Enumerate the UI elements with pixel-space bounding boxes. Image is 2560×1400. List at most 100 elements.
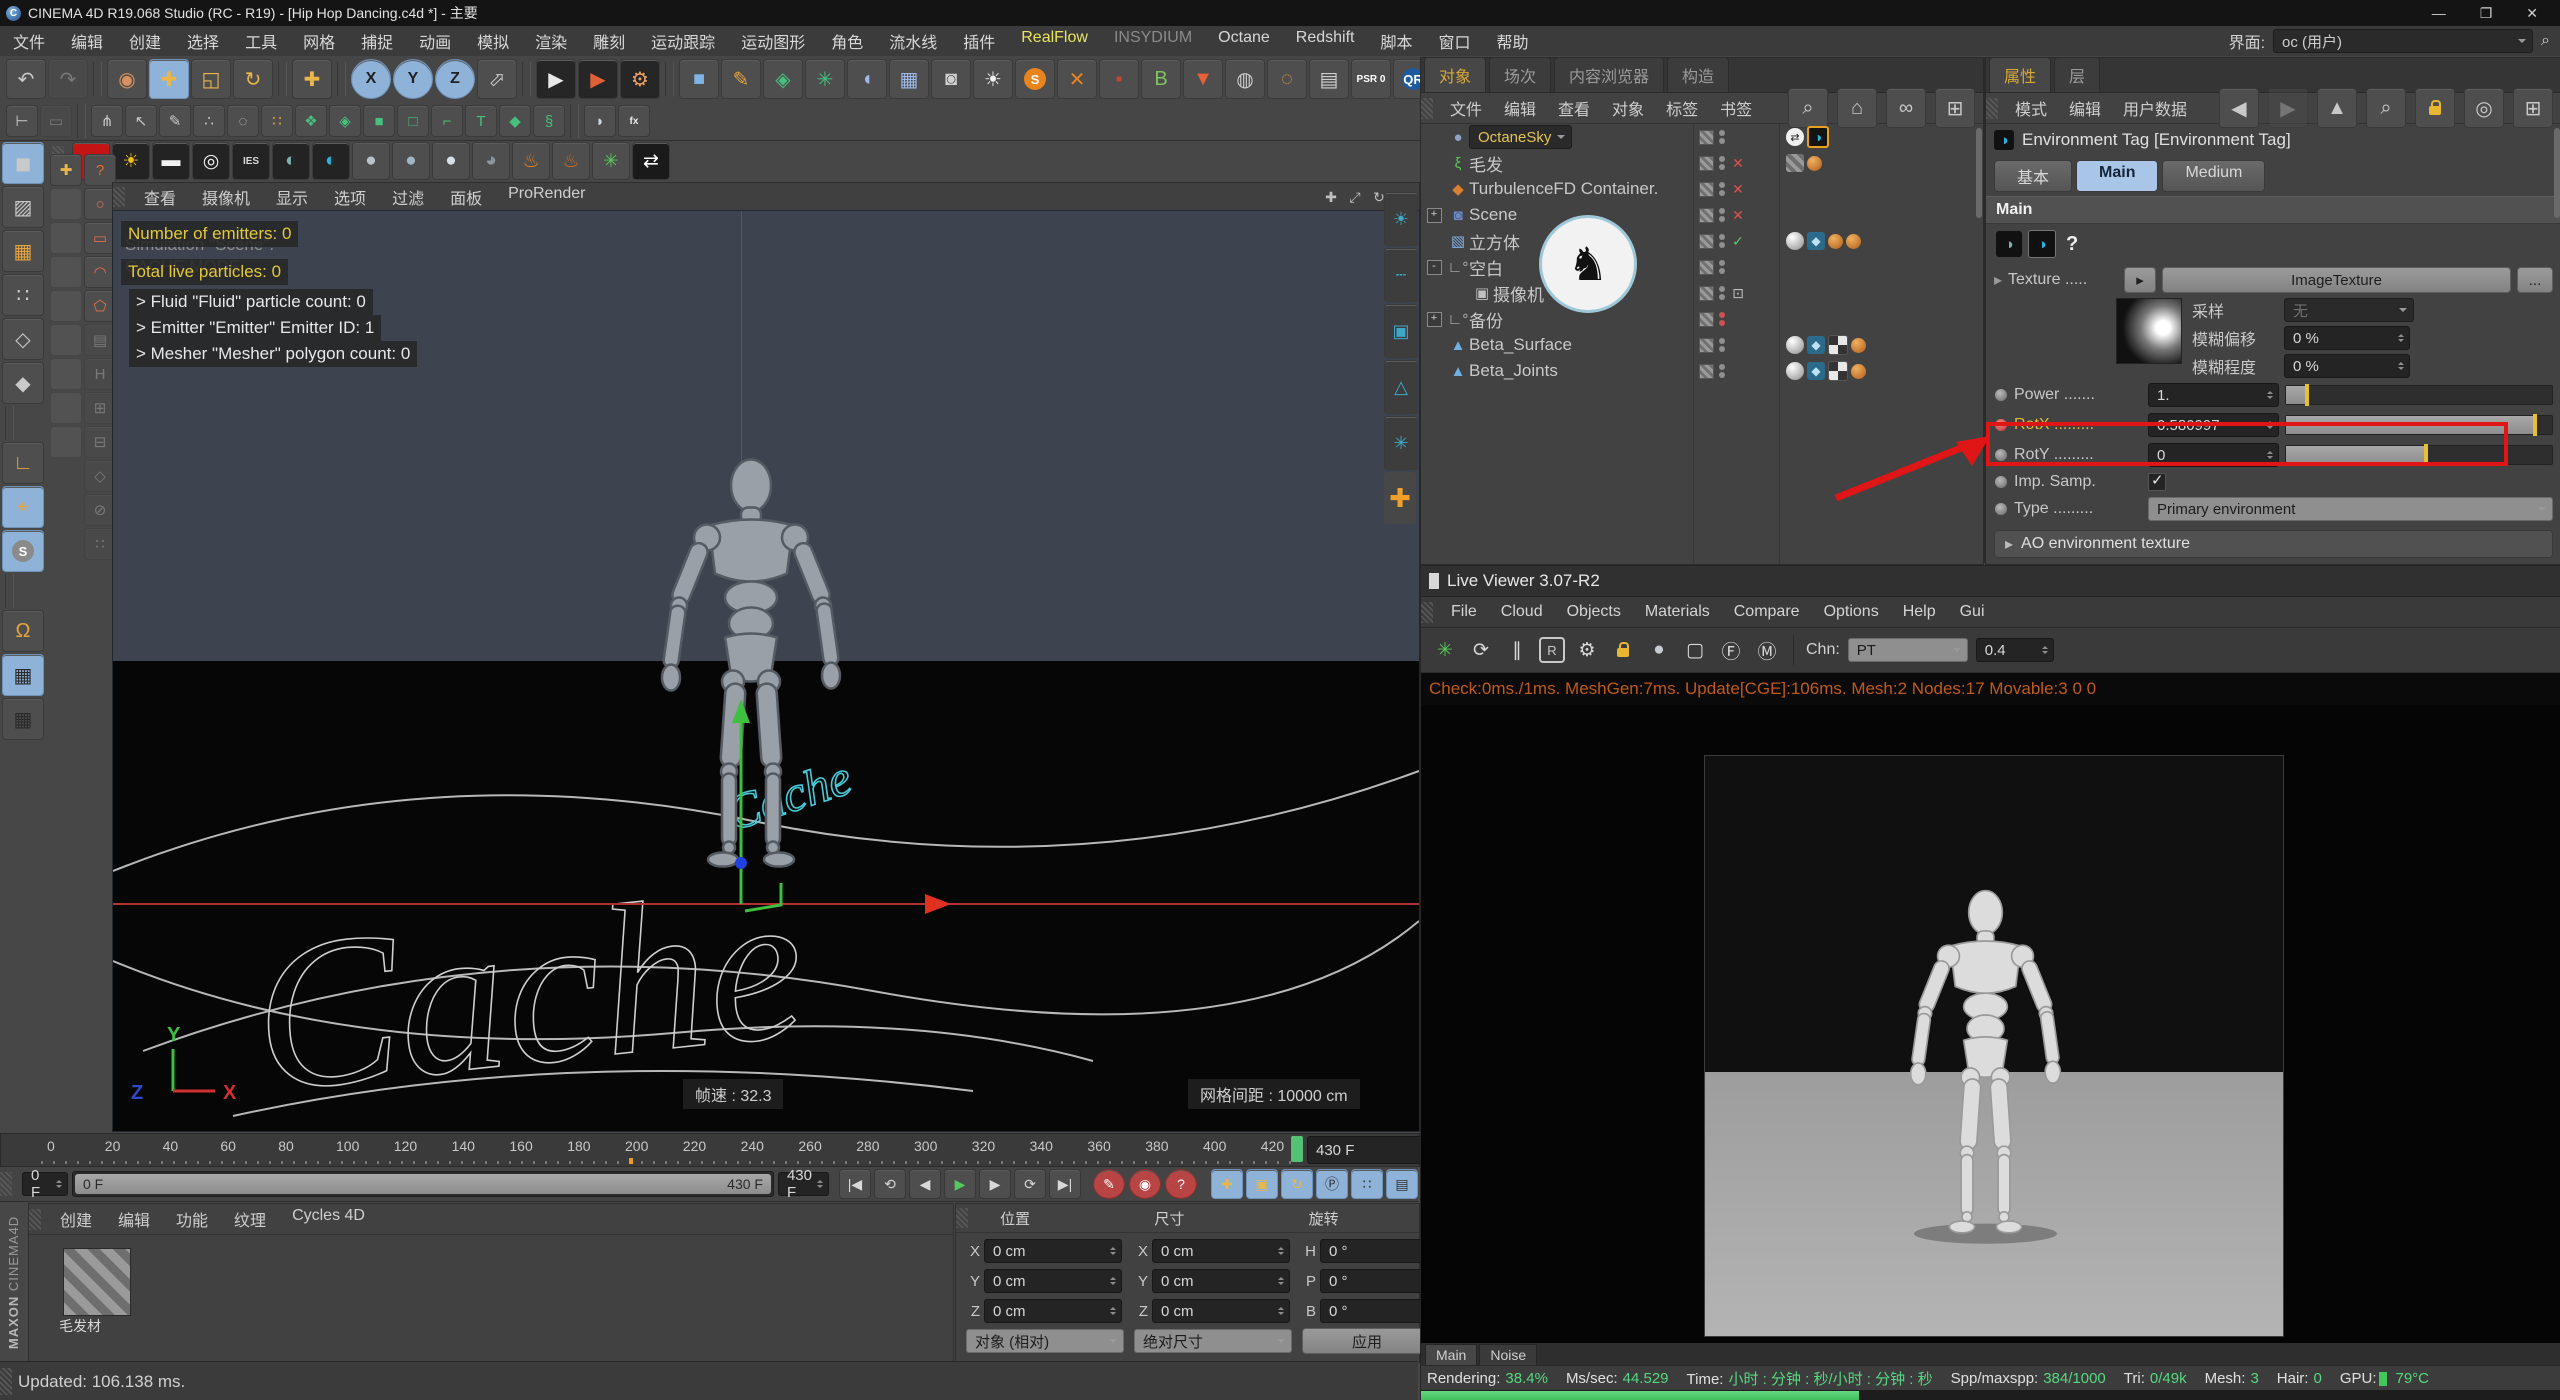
coord-field-位置x[interactable]: 0 cm bbox=[984, 1239, 1122, 1263]
rotx-key-dot[interactable] bbox=[1994, 418, 2008, 432]
range-start-field[interactable]: 0 F bbox=[22, 1172, 68, 1196]
octane-logo-icon[interactable]: ✳ bbox=[1431, 636, 1459, 664]
menu-item-对象[interactable]: 对象 bbox=[1601, 96, 1655, 120]
array-generator-icon[interactable]: ✳ bbox=[805, 59, 845, 99]
object-row-octanesky[interactable]: ●OctaneSky⇄◑ bbox=[1421, 124, 1983, 150]
back-arrow-icon[interactable]: ◀ bbox=[2219, 88, 2259, 128]
layer-icon[interactable] bbox=[1699, 156, 1714, 171]
object-name[interactable]: TurbulenceFD Container. bbox=[1469, 179, 1658, 199]
record-keyframe-button[interactable]: ✎ bbox=[1093, 1169, 1125, 1199]
tag-stripes-icon[interactable] bbox=[1786, 154, 1804, 172]
menu-item-创建[interactable]: 创建 bbox=[47, 1207, 105, 1231]
live-selection-icon[interactable]: ◉ bbox=[107, 59, 147, 99]
visibility-dots[interactable] bbox=[1719, 260, 1725, 274]
lv-tab-noise[interactable]: Noise bbox=[1479, 1344, 1537, 1365]
points-mode-icon[interactable]: ∷ bbox=[2, 274, 44, 316]
octane-targetlight-icon[interactable]: ◎ bbox=[192, 142, 230, 180]
menu-item-选项[interactable]: 选项 bbox=[321, 185, 379, 209]
forward-arrow-icon[interactable]: ▶ bbox=[2268, 88, 2308, 128]
lock-z-icon[interactable]: Z bbox=[435, 59, 475, 99]
stage-icon[interactable]: ▪ bbox=[1099, 59, 1139, 99]
loop-button[interactable]: ⟲ bbox=[874, 1169, 906, 1199]
texture-mode-icon[interactable]: ▨ bbox=[2, 186, 44, 228]
expand-icon[interactable]: + bbox=[1427, 208, 1442, 223]
simulation-mode-icon[interactable]: S bbox=[2, 530, 44, 572]
menu-item-gui[interactable]: Gui bbox=[1948, 603, 1997, 621]
move-mini-icon[interactable]: ✚ bbox=[50, 154, 82, 186]
visibility-dots[interactable] bbox=[1719, 364, 1725, 378]
impsamp-checkbox[interactable] bbox=[2148, 473, 2166, 491]
object-row-摄像机[interactable]: ▣摄像机⊡ bbox=[1421, 280, 1983, 306]
lock-icon[interactable] bbox=[2415, 88, 2455, 128]
render-picture-icon[interactable]: ▶ bbox=[578, 59, 618, 99]
octane-daylight-icon[interactable]: ☀ bbox=[112, 142, 150, 180]
octane-sun-tool-icon[interactable]: ☀ bbox=[1384, 192, 1418, 246]
menu-item-用户数据[interactable]: 用户数据 bbox=[2112, 96, 2198, 120]
move-tool-icon[interactable]: ✚ bbox=[149, 59, 189, 99]
rotx-field[interactable]: 0.580997 bbox=[2148, 413, 2279, 437]
menu-item-功能[interactable]: 功能 bbox=[163, 1207, 221, 1231]
menu-item-file[interactable]: File bbox=[1439, 603, 1489, 621]
object-row-scene[interactable]: +◙Scene✕ bbox=[1421, 202, 1983, 228]
up-arrow-icon[interactable]: ▲ bbox=[2317, 88, 2357, 128]
object-name[interactable]: Beta_Surface bbox=[1469, 335, 1572, 355]
material-menu-grip[interactable] bbox=[29, 1209, 41, 1230]
object-name[interactable]: Scene bbox=[1469, 205, 1517, 225]
sample-select[interactable]: 无 bbox=[2284, 298, 2414, 322]
deformer-bend-icon[interactable]: ◖ bbox=[847, 59, 887, 99]
primitive-cube-icon[interactable]: ■ bbox=[679, 59, 719, 99]
texture-expander-icon[interactable]: ▸ bbox=[1994, 270, 2002, 290]
preview-range-slider[interactable]: 0 F 430 F bbox=[72, 1171, 774, 1197]
tag-ball-icon[interactable] bbox=[1828, 234, 1843, 249]
text-tool-icon[interactable]: T bbox=[465, 105, 497, 137]
edges-mode-icon[interactable]: ◇ bbox=[2, 318, 44, 360]
tab-对象[interactable]: 对象 bbox=[1424, 57, 1486, 92]
transport-grip[interactable] bbox=[0, 1172, 12, 1196]
paint-select-icon[interactable]: ✎ bbox=[159, 105, 191, 137]
kernel-settings-icon[interactable]: ⚙ bbox=[1573, 636, 1601, 664]
texture-value-button[interactable]: ImageTexture bbox=[2162, 267, 2511, 293]
tab-内容浏览器[interactable]: 内容浏览器 bbox=[1554, 57, 1664, 92]
tag-ball-icon[interactable] bbox=[1851, 338, 1866, 353]
menu-item-编辑[interactable]: 编辑 bbox=[1493, 96, 1547, 120]
pause-render-icon[interactable]: ∥ bbox=[1503, 636, 1531, 664]
point-select-icon[interactable]: ↖ bbox=[125, 105, 157, 137]
tab-属性[interactable]: 属性 bbox=[1989, 57, 2051, 92]
subdivision-surface-icon[interactable]: ◈ bbox=[763, 59, 803, 99]
state-focus-icon[interactable]: ⊡ bbox=[1730, 285, 1746, 302]
tag-checker-icon[interactable] bbox=[1828, 335, 1848, 355]
menu-item-文件[interactable]: 文件 bbox=[0, 29, 58, 53]
octane-hdri-environment-icon[interactable]: ◐ bbox=[272, 142, 310, 180]
grid-points-icon[interactable]: ∷ bbox=[261, 105, 293, 137]
key-position-toggle[interactable]: ✚ bbox=[1211, 1169, 1243, 1199]
object-row-空白[interactable]: -∟°空白 bbox=[1421, 254, 1983, 280]
grid-snap-icon[interactable]: ▦ bbox=[2, 698, 44, 740]
coord-field-尺寸z[interactable]: 0 cm bbox=[1152, 1299, 1290, 1323]
takes-icon[interactable]: ▤ bbox=[1309, 59, 1349, 99]
object-name[interactable]: 立方体 bbox=[1469, 229, 1520, 254]
model-mode-icon[interactable]: ◼ bbox=[2, 142, 44, 184]
menu-item-运动图形[interactable]: 运动图形 bbox=[728, 29, 818, 53]
apply-button[interactable]: 应用 bbox=[1302, 1328, 1432, 1354]
octane-image-env-icon[interactable]: ▣ bbox=[1384, 304, 1418, 358]
layer-icon[interactable] bbox=[1699, 260, 1714, 275]
menu-item-显示[interactable]: 显示 bbox=[263, 185, 321, 209]
coord-system-icon[interactable]: ⬀ bbox=[477, 59, 517, 99]
search-icon[interactable]: ⌕ bbox=[2366, 88, 2406, 128]
play-reverse-button[interactable]: ⟳ bbox=[1014, 1169, 1046, 1199]
tag-phong-icon[interactable] bbox=[1786, 232, 1804, 250]
menu-item-动画[interactable]: 动画 bbox=[406, 29, 464, 53]
lv-tab-main[interactable]: Main bbox=[1425, 1344, 1477, 1365]
collapse-icon[interactable]: - bbox=[1427, 260, 1442, 275]
roty-key-dot[interactable] bbox=[1994, 448, 2008, 462]
octane-add-icon[interactable]: ✚ bbox=[1384, 472, 1416, 524]
tab-场次[interactable]: 场次 bbox=[1489, 57, 1551, 92]
zoom-icon[interactable]: ⤢ bbox=[1345, 189, 1365, 206]
menu-item-工具[interactable]: 工具 bbox=[232, 29, 290, 53]
object-toggles[interactable] bbox=[1699, 364, 1725, 379]
state-x-icon[interactable]: ✕ bbox=[1730, 181, 1746, 198]
gamma-field[interactable]: 0.4 bbox=[1976, 638, 2054, 662]
hdri-env-button[interactable]: ◑ bbox=[1996, 231, 2022, 257]
coords-mode-select-绝对尺寸[interactable]: 绝对尺寸 bbox=[1134, 1329, 1292, 1353]
blur-offset-field[interactable]: 0 % bbox=[2284, 326, 2410, 350]
